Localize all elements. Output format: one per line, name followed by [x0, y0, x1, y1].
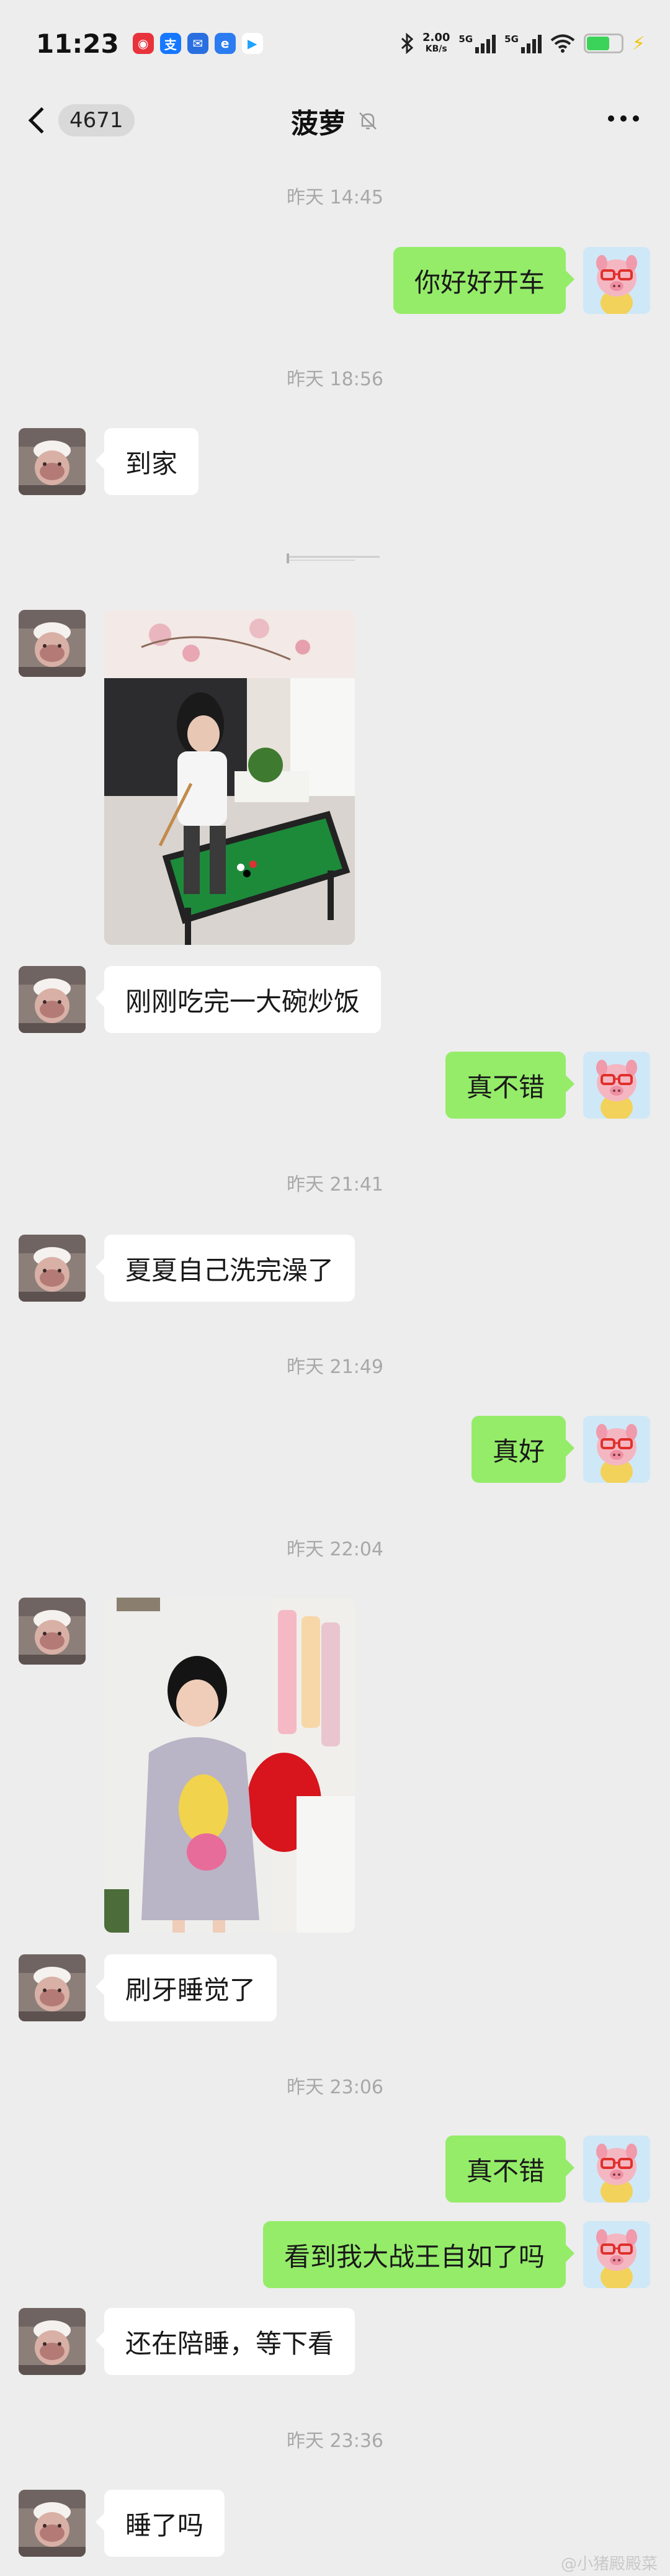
contact-avatar[interactable] — [19, 1598, 86, 1665]
alipay-icon: 支 — [159, 33, 181, 54]
charging-icon: ⚡ — [632, 32, 645, 55]
contact-avatar[interactable] — [19, 1235, 86, 1302]
contact-avatar[interactable] — [19, 428, 86, 495]
message-bubble-sent[interactable]: 你好好开车 — [393, 247, 575, 314]
message-bubble-received[interactable]: 刷牙睡觉了 — [95, 1954, 277, 2021]
signal-strength-1: 5G — [458, 34, 496, 53]
message-bubble-sent[interactable]: 看到我大战王自如了吗 — [262, 2221, 575, 2288]
contact-avatar[interactable] — [19, 1954, 86, 2021]
message-bubble-received[interactable]: 还在陪睡，等下看 — [95, 2308, 355, 2375]
timestamp: 昨天 14:45 — [287, 187, 383, 208]
signal-strength-2: 5G — [504, 34, 542, 53]
contact-avatar[interactable] — [19, 2490, 86, 2557]
messages-icon: ✉ — [187, 33, 208, 54]
message-bubble-sent[interactable]: 真不错 — [445, 1052, 575, 1119]
unread-count-badge: 4671 — [58, 104, 135, 136]
contact-avatar[interactable] — [19, 610, 86, 677]
message-bubble-received[interactable]: 夏夏自己洗完澡了 — [95, 1235, 355, 1302]
image-message-billiards[interactable] — [104, 610, 355, 945]
status-time: 11:23 — [36, 28, 119, 59]
message-bubble-received[interactable]: 刚刚吃完一大碗炒饭 — [95, 966, 382, 1033]
message-bubble-sent[interactable]: 真好 — [471, 1416, 575, 1483]
image-message-bathroom[interactable] — [104, 1598, 355, 1933]
my-avatar[interactable] — [583, 2135, 650, 2203]
timestamp: 昨天 21:41 — [287, 1174, 383, 1196]
timestamp: 昨天 21:49 — [287, 1356, 383, 1378]
contact-avatar[interactable] — [19, 966, 86, 1033]
video-app-icon: ▶ — [241, 33, 263, 54]
message-bubble-sent[interactable]: 真不错 — [445, 2135, 575, 2203]
my-avatar[interactable] — [583, 1416, 650, 1483]
message-bubble-received[interactable]: 睡了吗 — [95, 2490, 225, 2557]
my-avatar[interactable] — [583, 247, 650, 314]
battery-icon — [583, 34, 623, 53]
chat-header: 4671 菠萝 — [0, 87, 670, 155]
my-avatar[interactable] — [583, 2221, 650, 2288]
notification-icons: ◉ 支 ✉ e ▶ — [132, 33, 263, 54]
loading-indicator — [287, 553, 380, 563]
system-status: 2.00 KB/s 5G 5G ⚡ — [400, 32, 645, 55]
wifi-icon — [550, 34, 575, 53]
my-avatar[interactable] — [583, 1052, 650, 1119]
netease-music-icon: ◉ — [132, 33, 154, 54]
back-button[interactable]: 4671 — [25, 104, 135, 136]
timestamp: 昨天 18:56 — [287, 369, 383, 390]
more-options-button[interactable] — [608, 115, 639, 122]
browser-icon: e — [214, 33, 236, 54]
status-bar: 11:23 ◉ 支 ✉ e ▶ 2.00 KB/s 5G 5G ⚡ — [0, 0, 670, 87]
bluetooth-icon — [401, 33, 414, 54]
network-speed: 2.00 KB/s — [422, 31, 450, 55]
timestamp: 昨天 23:36 — [287, 2430, 383, 2452]
timestamp: 昨天 23:06 — [287, 2077, 383, 2098]
message-bubble-received[interactable]: 到家 — [95, 428, 199, 495]
chevron-left-icon — [28, 107, 55, 134]
mute-bell-icon — [359, 112, 377, 130]
timestamp: 昨天 22:04 — [287, 1539, 383, 1560]
contact-avatar[interactable] — [19, 2308, 86, 2375]
weibo-watermark: @小猪殿殿菜 — [560, 2555, 658, 2574]
chat-title: 菠萝 — [291, 108, 346, 140]
